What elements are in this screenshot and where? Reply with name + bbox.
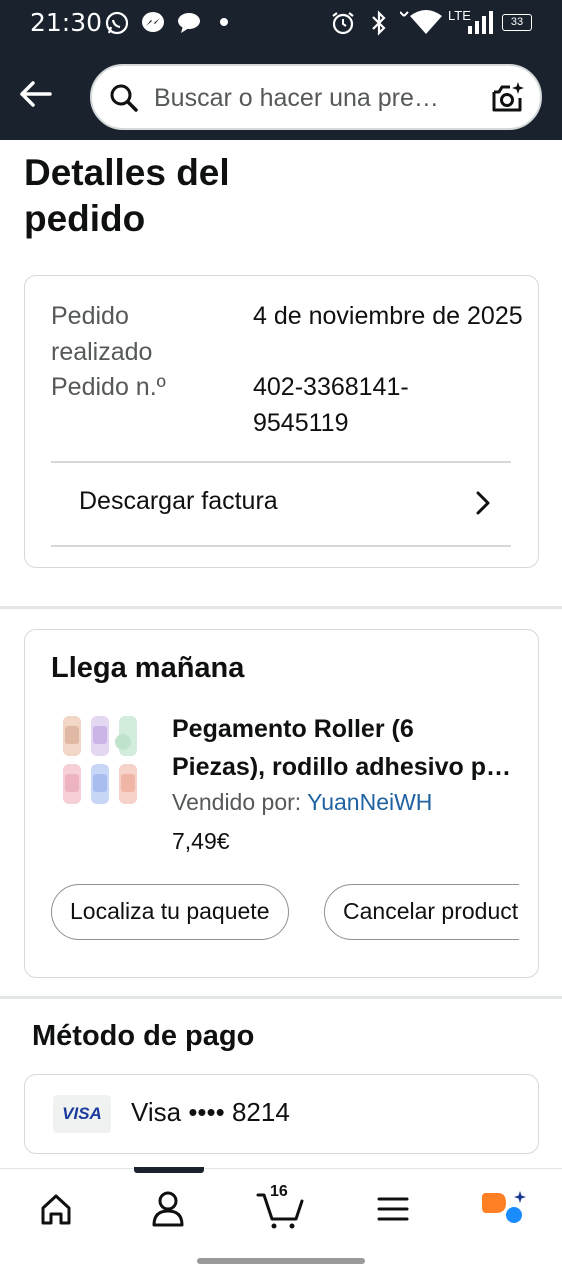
bottom-nav: 16 <box>0 1167 562 1248</box>
alarm-icon <box>332 12 354 35</box>
seller-prefix: Vendido por: <box>172 789 308 815</box>
seller-link[interactable]: YuanNeiWH <box>307 789 432 815</box>
chevron-right-icon <box>476 491 490 515</box>
battery-icon: 33 <box>502 14 532 31</box>
search-icon <box>110 84 138 112</box>
menu-icon[interactable] <box>363 1185 423 1233</box>
home-icon[interactable] <box>26 1185 86 1233</box>
battery-level: 33 <box>510 16 524 28</box>
product-title[interactable]: Pegamento Roller (6 Piezas), rodillo adh… <box>172 710 522 786</box>
status-time: 21:30 <box>30 8 103 37</box>
messenger-icon <box>142 12 164 32</box>
search-input[interactable]: Buscar o hacer una pre… <box>90 64 542 130</box>
section-separator <box>0 996 562 999</box>
delivery-card: Llega mañana Pegamento Roller (6 Piezas)… <box>24 629 539 978</box>
back-arrow-icon[interactable] <box>16 74 56 114</box>
status-bar: 21:30 LTE 33 <box>0 0 562 46</box>
bluetooth-icon <box>372 10 386 36</box>
payment-method-card: VISA Visa •••• 8214 <box>24 1074 539 1154</box>
section-separator <box>0 606 562 609</box>
payment-method-title: Método de pago <box>32 1020 255 1052</box>
search-header: Buscar o hacer una pre… <box>0 46 562 140</box>
payment-card-text: Visa •••• 8214 <box>131 1097 290 1127</box>
seller-info: Vendido por: YuanNeiWH <box>172 789 432 816</box>
search-placeholder: Buscar o hacer una pre… <box>154 84 439 112</box>
whatsapp-icon <box>105 11 129 35</box>
cart-button[interactable]: 16 <box>252 1183 312 1233</box>
chat-bubble-icon <box>178 13 200 33</box>
delivery-status-title: Llega mañana <box>51 652 245 684</box>
cart-count-badge: 16 <box>270 1183 288 1200</box>
action-buttons-row: Localiza tu paquete Cancelar productos <box>51 884 519 942</box>
product-price: 7,49€ <box>172 828 230 854</box>
track-package-button[interactable]: Localiza tu paquete <box>51 884 289 940</box>
visa-card-icon: VISA <box>53 1095 111 1133</box>
notification-dot-icon <box>220 18 228 26</box>
camera-search-icon[interactable] <box>490 80 526 116</box>
download-invoice-label: Descargar factura <box>79 487 278 515</box>
divider <box>51 545 511 547</box>
product-thumbnail[interactable] <box>55 712 145 808</box>
order-number-value: 402-3368141-9545119 <box>253 373 409 437</box>
order-placed-label: Pedido realizado <box>51 302 153 366</box>
page-title: Detalles del pedido <box>24 152 230 239</box>
product-title-line2: Piezas), rodillo adhesivo para scrapbook… <box>172 753 522 781</box>
order-placed-value: 4 de noviembre de 2025 <box>253 302 523 330</box>
nav-active-indicator <box>134 1167 204 1173</box>
wifi-icon <box>400 10 442 34</box>
download-invoice-row[interactable]: Descargar factura <box>51 463 511 546</box>
system-home-handle[interactable] <box>197 1258 365 1264</box>
order-number-label: Pedido n.º <box>51 373 166 401</box>
rufus-icon[interactable] <box>476 1185 536 1233</box>
cancel-items-button[interactable]: Cancelar productos <box>324 884 519 940</box>
signal-icon <box>468 11 493 34</box>
order-summary-card: Pedido realizado 4 de noviembre de 2025 … <box>24 275 539 568</box>
account-icon[interactable] <box>138 1185 198 1233</box>
product-title-line1: Pegamento Roller (6 <box>172 715 414 743</box>
